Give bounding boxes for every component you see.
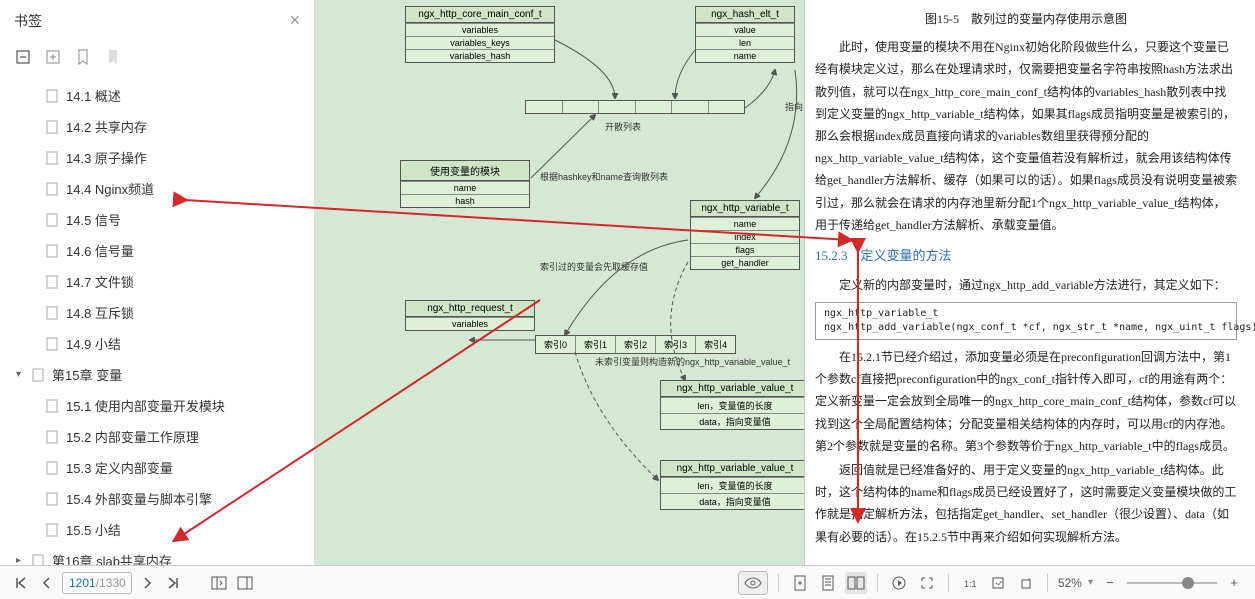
collapse-all-icon[interactable] [44, 48, 62, 66]
figure-caption: 图15-5 散列过的变量内存使用示意图 [815, 2, 1237, 36]
single-page-button[interactable] [789, 572, 811, 594]
page-text: 图15-5 散列过的变量内存使用示意图 此时，使用变量的模块不用在Nginx初始… [805, 0, 1255, 565]
toggle-sidebar-button[interactable] [208, 572, 230, 594]
paragraph: 此时，使用变量的模块不用在Nginx初始化阶段做些什么，只要这个变量已经有模块定… [815, 36, 1237, 236]
bookmark-item[interactable]: 14.8 互斥锁 [10, 297, 304, 328]
sidebar-title: 书签 [14, 11, 42, 31]
footer-toolbar: 1201/1330 1:1 52% ▾ − + [0, 565, 1255, 599]
bookmark-item[interactable]: 15.4 外部变量与脚本引擎 [10, 483, 304, 514]
section-heading: 15.2.3 定义变量的方法 [815, 244, 1237, 268]
last-page-button[interactable] [162, 572, 184, 594]
paragraph: 返回值就是已经准备好的、用于定义变量的ngx_http_variable_t结构… [815, 459, 1237, 548]
bookmark-page-icon [46, 461, 60, 475]
zoom-in-button[interactable]: + [1223, 572, 1245, 594]
zoom-out-button[interactable]: − [1099, 572, 1121, 594]
close-sidebar-button[interactable]: × [289, 10, 300, 31]
zoom-slider[interactable] [1127, 575, 1217, 591]
bookmark-page-icon [46, 430, 60, 444]
bookmark-item[interactable]: 14.4 Nginx频道 [10, 173, 304, 204]
bookmark-tree: 14.1 概述14.2 共享内存14.3 原子操作14.4 Nginx频道14.… [0, 76, 314, 565]
bookmark-item[interactable]: 14.2 共享内存 [10, 111, 304, 142]
bookmark-item[interactable]: 15.1 使用内部变量开发模块 [10, 390, 304, 421]
bookmark-page-icon [46, 89, 60, 103]
rotate-button[interactable] [1015, 572, 1037, 594]
first-page-button[interactable] [10, 572, 32, 594]
play-button[interactable] [888, 572, 910, 594]
paragraph: 定义新的内部变量时，通过ngx_http_add_variable方法进行，其定… [815, 274, 1237, 296]
svg-text:1:1: 1:1 [964, 579, 977, 589]
bookmark-item[interactable]: 14.5 信号 [10, 204, 304, 235]
fit-width-button[interactable]: 1:1 [959, 572, 981, 594]
bookmark-item[interactable]: 14.3 原子操作 [10, 142, 304, 173]
bookmark-page-icon [46, 120, 60, 134]
bookmarks-sidebar: 书签 × 14.1 概述14.2 共享内存14.3 原子操作14.4 Nginx… [0, 0, 315, 565]
expand-all-icon[interactable] [14, 48, 32, 66]
page-diagram: ngx_http_core_main_conf_t variables vari… [315, 0, 805, 565]
reading-mode-button[interactable] [738, 571, 768, 595]
next-page-button[interactable] [136, 572, 158, 594]
page-number-input[interactable]: 1201/1330 [62, 572, 132, 594]
fit-page-button[interactable] [987, 572, 1009, 594]
bookmark-item[interactable]: 15.3 定义内部变量 [10, 452, 304, 483]
bookmark-page-icon [32, 368, 46, 382]
bookmark-item[interactable]: 14.1 概述 [10, 80, 304, 111]
bookmark-page-icon [46, 151, 60, 165]
code-block: ngx_http_variable_t ngx_http_add_variabl… [815, 302, 1237, 340]
bookmark-item[interactable]: 14.7 文件锁 [10, 266, 304, 297]
fullscreen-button[interactable] [916, 572, 938, 594]
zoom-label: 52% [1058, 576, 1082, 590]
bookmark-ribbon-icon[interactable] [104, 48, 122, 66]
bookmark-page-icon [46, 337, 60, 351]
bookmark-page-icon [46, 244, 60, 258]
bookmark-page-icon [46, 306, 60, 320]
bookmark-item[interactable]: 15.2 内部变量工作原理 [10, 421, 304, 452]
paragraph: 在15.2.1节已经介绍过，添加变量必须是在preconfiguration回调… [815, 346, 1237, 457]
bookmark-item[interactable]: ▾第15章 变量 [10, 359, 304, 390]
bookmark-page-icon [46, 399, 60, 413]
bookmark-page-icon [46, 523, 60, 537]
two-page-button[interactable] [845, 572, 867, 594]
bookmark-item[interactable]: 14.9 小结 [10, 328, 304, 359]
bookmark-page-icon [46, 182, 60, 196]
bookmark-icon[interactable] [74, 48, 92, 66]
bookmark-item[interactable]: ▸第16章 slab共享内存 [10, 545, 304, 565]
bookmark-page-icon [46, 492, 60, 506]
bookmark-item[interactable]: 14.6 信号量 [10, 235, 304, 266]
prev-page-button[interactable] [36, 572, 58, 594]
continuous-page-button[interactable] [817, 572, 839, 594]
bookmark-page-icon [46, 213, 60, 227]
bookmark-page-icon [32, 554, 46, 566]
bookmark-item[interactable]: 15.5 小结 [10, 514, 304, 545]
bookmark-page-icon [46, 275, 60, 289]
page-layout-button[interactable] [234, 572, 256, 594]
